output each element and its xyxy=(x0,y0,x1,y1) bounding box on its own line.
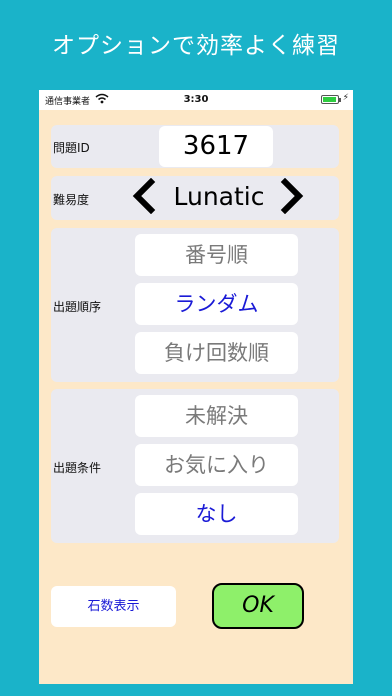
problem-id-label: 問題ID xyxy=(53,141,90,155)
battery-icon xyxy=(321,95,339,104)
problem-id-field[interactable]: 3617 xyxy=(159,126,273,167)
condition-option-unsolved[interactable]: 未解決 xyxy=(135,395,298,437)
promo-headline: オプションで効率よく練習 xyxy=(52,33,340,59)
difficulty-row: 難易度 Lunatic xyxy=(51,176,339,220)
condition-label: 出題条件 xyxy=(53,461,102,475)
battery-tip xyxy=(339,98,341,102)
order-option-number[interactable]: 番号順 xyxy=(135,234,298,276)
chevron-right-icon[interactable] xyxy=(277,177,307,215)
status-time: 3:30 xyxy=(183,94,209,105)
condition-option-favorites[interactable]: お気に入り xyxy=(135,444,298,486)
problem-id-row: 問題ID 3617 xyxy=(51,125,339,168)
order-label: 出題順序 xyxy=(53,300,102,314)
order-option-losses[interactable]: 負け回数順 xyxy=(135,332,298,374)
condition-section: 出題条件 未解決 お気に入り なし xyxy=(51,389,339,543)
chevron-left-icon[interactable] xyxy=(129,177,159,215)
condition-option-none[interactable]: なし xyxy=(135,493,298,535)
charging-icon: ⚡ xyxy=(342,93,349,103)
order-option-random[interactable]: ランダム xyxy=(135,283,298,325)
status-bar: 通信事業者 3:30 ⚡ xyxy=(39,90,353,110)
difficulty-value: Lunatic xyxy=(173,182,265,211)
battery-level-fill xyxy=(323,97,336,102)
order-section: 出題順序 番号順 ランダム 負け回数順 xyxy=(51,228,339,382)
stone-count-button[interactable]: 石数表示 xyxy=(51,586,176,627)
phone-screen: 通信事業者 3:30 ⚡ 問題ID 3617 難易度 Lunatic 出題順序 … xyxy=(39,90,353,684)
difficulty-label: 難易度 xyxy=(53,193,90,207)
ok-button[interactable]: OK xyxy=(212,583,304,629)
